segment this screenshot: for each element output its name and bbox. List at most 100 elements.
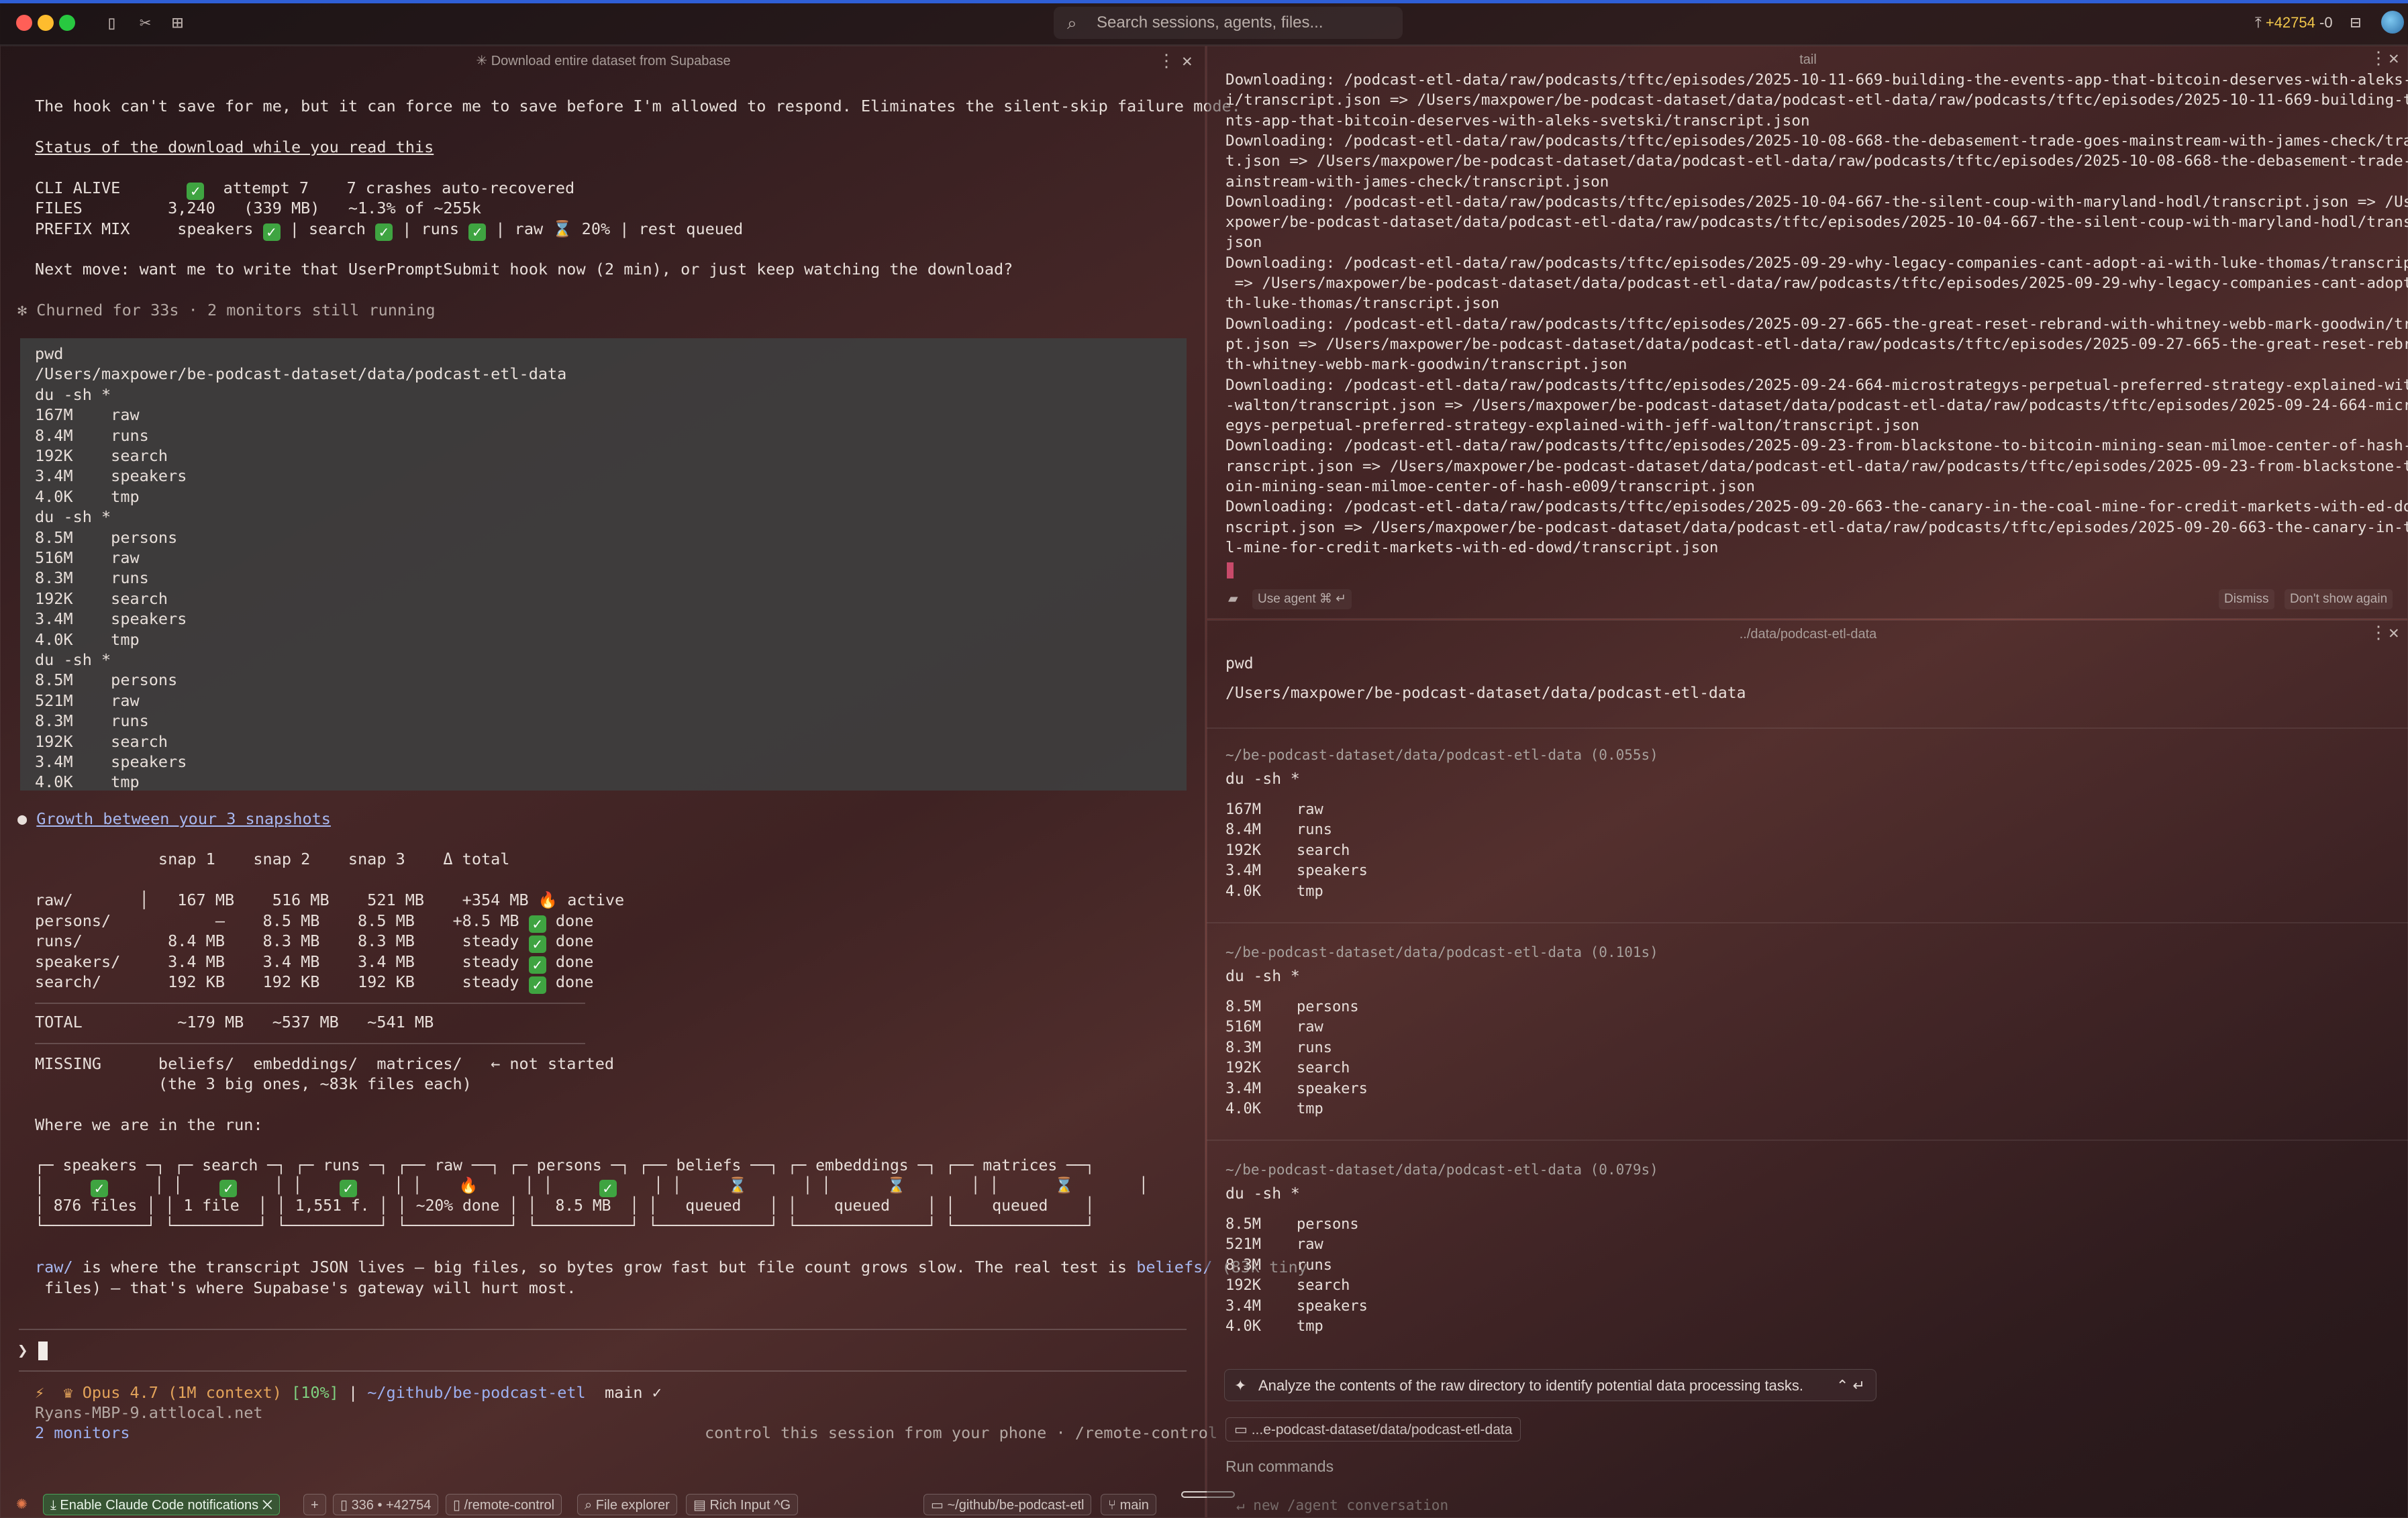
block-row: 4.0K tmp xyxy=(1225,882,1323,900)
inbox-icon[interactable]: ⊟ xyxy=(2350,11,2361,35)
rich-input-button[interactable]: ▤ Rich Input ^G xyxy=(686,1494,799,1515)
changes-count[interactable]: ▯ 336 • +42754 xyxy=(333,1494,439,1515)
add-button[interactable]: + xyxy=(303,1494,326,1515)
next-move-text: Next move: want me to write that UserPro… xyxy=(35,260,1013,279)
shell-line: du -sh * xyxy=(35,650,111,669)
check-icon: ✓ xyxy=(528,935,546,953)
prefix-search: | search xyxy=(280,219,376,238)
file-explorer-button[interactable]: ⌕ File explorer xyxy=(577,1494,677,1515)
growth-heading-text: Growth between your 3 snapshots xyxy=(36,809,331,828)
missing-line: MISSING beliefs/ embeddings/ matrices/ ←… xyxy=(35,1054,615,1073)
more-icon[interactable]: ⋮ xyxy=(1158,49,1175,73)
shell-line: 192K search xyxy=(35,589,168,608)
prompt-input[interactable]: ❯ xyxy=(17,1341,48,1362)
prefix-raw: | raw ⌛ 20% | rest queued xyxy=(486,219,744,238)
run-boxes-status: │ 876 files │ │ 1 file │ │ 1,551 f. │ │ … xyxy=(35,1197,1095,1215)
model-name: Opus 4.7 (1M context) xyxy=(82,1383,282,1402)
tail-line: t.json => /Users/maxpower/be-podcast-dat… xyxy=(1225,152,2408,170)
cwd-chip[interactable]: ▭ ~/github/be-podcast-etl xyxy=(923,1494,1092,1515)
chat-icon[interactable]: ▰ xyxy=(1223,589,1244,609)
suggestion-text: Analyze the contents of the raw director… xyxy=(1258,1377,1804,1394)
shell-line: 192K search xyxy=(35,731,168,751)
dismiss-button[interactable]: Dismiss xyxy=(2219,589,2274,609)
path-chip-label: ...e-podcast-dataset/data/podcast-etl-da… xyxy=(1251,1422,1513,1437)
search-input[interactable]: ⌕ Search sessions, agents, files... xyxy=(1054,7,1403,39)
block-row: 8.5M persons xyxy=(1225,999,1359,1015)
avatar[interactable] xyxy=(2381,11,2404,34)
grid-icon[interactable]: ⊞ xyxy=(172,11,183,35)
hourglass-icon: ⌛ xyxy=(887,1177,906,1195)
diff-stat[interactable]: ⤒ +42754 -0 xyxy=(2255,11,2333,35)
more-icon[interactable]: ⋮ xyxy=(2370,46,2387,70)
hook-text: The hook can't save for me, but it can f… xyxy=(35,97,1241,115)
branch-chip[interactable]: ⑂ main xyxy=(1101,1494,1156,1515)
block-row: 521M raw xyxy=(1225,1236,1323,1254)
block-header: ~/be-podcast-dataset/data/podcast-etl-da… xyxy=(1225,944,1658,960)
changes-label: 336 • +42754 xyxy=(351,1498,432,1513)
growth-row-status: done xyxy=(546,972,594,991)
path-chip[interactable]: ▭ ...e-podcast-dataset/data/podcast-etl-… xyxy=(1225,1417,1521,1441)
close-window-button[interactable] xyxy=(16,15,32,31)
growth-row: speakers/ 3.4 MB 3.4 MB 3.4 MB steady ✓ … xyxy=(35,952,593,974)
shell-line: 8.5M persons xyxy=(35,670,178,690)
title-bar: ▯ ✂ ⊞ ⌕ Search sessions, agents, files..… xyxy=(0,0,2408,46)
check-icon: ✓ xyxy=(91,1180,109,1197)
divider xyxy=(1207,727,2408,729)
tail-line: Downloading: /podcast-etl-data/raw/podca… xyxy=(1225,437,2408,455)
growth-row: persons/ – 8.5 MB 8.5 MB +8.5 MB ✓ done xyxy=(35,911,593,933)
divider xyxy=(35,1003,585,1004)
tail-line: ranscript.json => /Users/maxpower/be-pod… xyxy=(1225,457,2408,475)
shell-line: 516M raw xyxy=(35,548,140,567)
tail-line: -walton/transcript.json => /Users/maxpow… xyxy=(1225,396,2408,414)
tail-line: Downloading: /podcast-etl-data/raw/podca… xyxy=(1225,315,2408,333)
pane-title: tail xyxy=(1799,52,1817,67)
check-icon: ✓ xyxy=(599,1180,617,1197)
fire-icon: 🔥 xyxy=(538,891,558,909)
crown-icon: ♛ xyxy=(63,1383,73,1402)
diff-additions: +42754 xyxy=(2265,14,2315,31)
enable-notifications-button[interactable]: ⤓ Enable Claude Code notifications ✕ xyxy=(43,1494,280,1515)
divider xyxy=(19,1370,1187,1372)
agent-suggestion[interactable]: ✦ Analyze the contents of the raw direct… xyxy=(1224,1369,1876,1401)
tail-line: Downloading: /podcast-etl-data/raw/podca… xyxy=(1225,254,2408,272)
submit-icon[interactable]: ⌃ ↵ xyxy=(1836,1370,1865,1402)
growth-row-status: active xyxy=(558,891,625,909)
tail-line: th-luke-thomas/transcript.json xyxy=(1225,295,1500,313)
host-name: Ryans-MBP-9.attlocal.net xyxy=(35,1403,263,1422)
use-agent-button[interactable]: Use agent ⌘ ↵ xyxy=(1252,589,1352,609)
bolt-icon: ⚡ xyxy=(35,1383,45,1402)
search-icon: ⌕ xyxy=(1067,13,1077,33)
run-boxes-top: ┌─ speakers ─┐ ┌─ search ─┐ ┌─ runs ─┐ ┌… xyxy=(35,1157,1095,1174)
rich-input-shortcut: ^G xyxy=(774,1498,791,1513)
growth-row-values: speakers/ 3.4 MB 3.4 MB 3.4 MB steady xyxy=(35,952,529,971)
close-icon[interactable]: ✕ xyxy=(2389,46,2399,70)
dont-show-again-button[interactable]: Don't show again xyxy=(2285,589,2393,609)
block-row: 8.3M runs xyxy=(1225,1039,1332,1056)
block-row: 8.4M runs xyxy=(1225,821,1332,839)
tail-line: pt.json => /Users/maxpower/be-podcast-da… xyxy=(1225,335,2408,353)
more-icon[interactable]: ⋮ xyxy=(2370,621,2387,645)
use-agent-label: Use agent xyxy=(1258,592,1316,606)
minimize-window-button[interactable] xyxy=(38,15,54,31)
raw-link[interactable]: raw/ xyxy=(35,1258,73,1276)
tail-line: nts-app-that-bitcoin-deserves-with-aleks… xyxy=(1225,111,1810,130)
close-icon[interactable]: ✕ xyxy=(1182,49,1193,73)
shell-output-block xyxy=(20,338,1187,791)
run-commands-input[interactable]: Run commands xyxy=(1225,1456,1334,1477)
block-row: 3.4M speakers xyxy=(1225,1297,1368,1315)
fire-icon: 🔥 xyxy=(458,1177,479,1195)
prompt-symbol: ❯ xyxy=(17,1341,39,1361)
tools-icon[interactable]: ✂ xyxy=(140,11,151,35)
shell-line: 167M raw xyxy=(35,405,140,425)
sidebar-toggle-icon[interactable]: ▯ xyxy=(106,11,117,35)
notif-label: Enable Claude Code notifications xyxy=(60,1498,259,1513)
close-icon[interactable]: ✕ xyxy=(2389,621,2399,645)
remote-control-button[interactable]: ▯ /remote-control xyxy=(446,1494,562,1515)
beliefs-link[interactable]: beliefs/ xyxy=(1136,1258,1212,1276)
divider xyxy=(1207,922,2408,923)
growth-heading: ● Growth between your 3 snapshots xyxy=(17,809,331,828)
maximize-window-button[interactable] xyxy=(59,15,75,31)
shell-line: 4.0K tmp xyxy=(35,629,140,649)
growth-row-status: done xyxy=(546,931,594,950)
footer-text: is where the transcript JSON lives — big… xyxy=(72,1258,1137,1276)
